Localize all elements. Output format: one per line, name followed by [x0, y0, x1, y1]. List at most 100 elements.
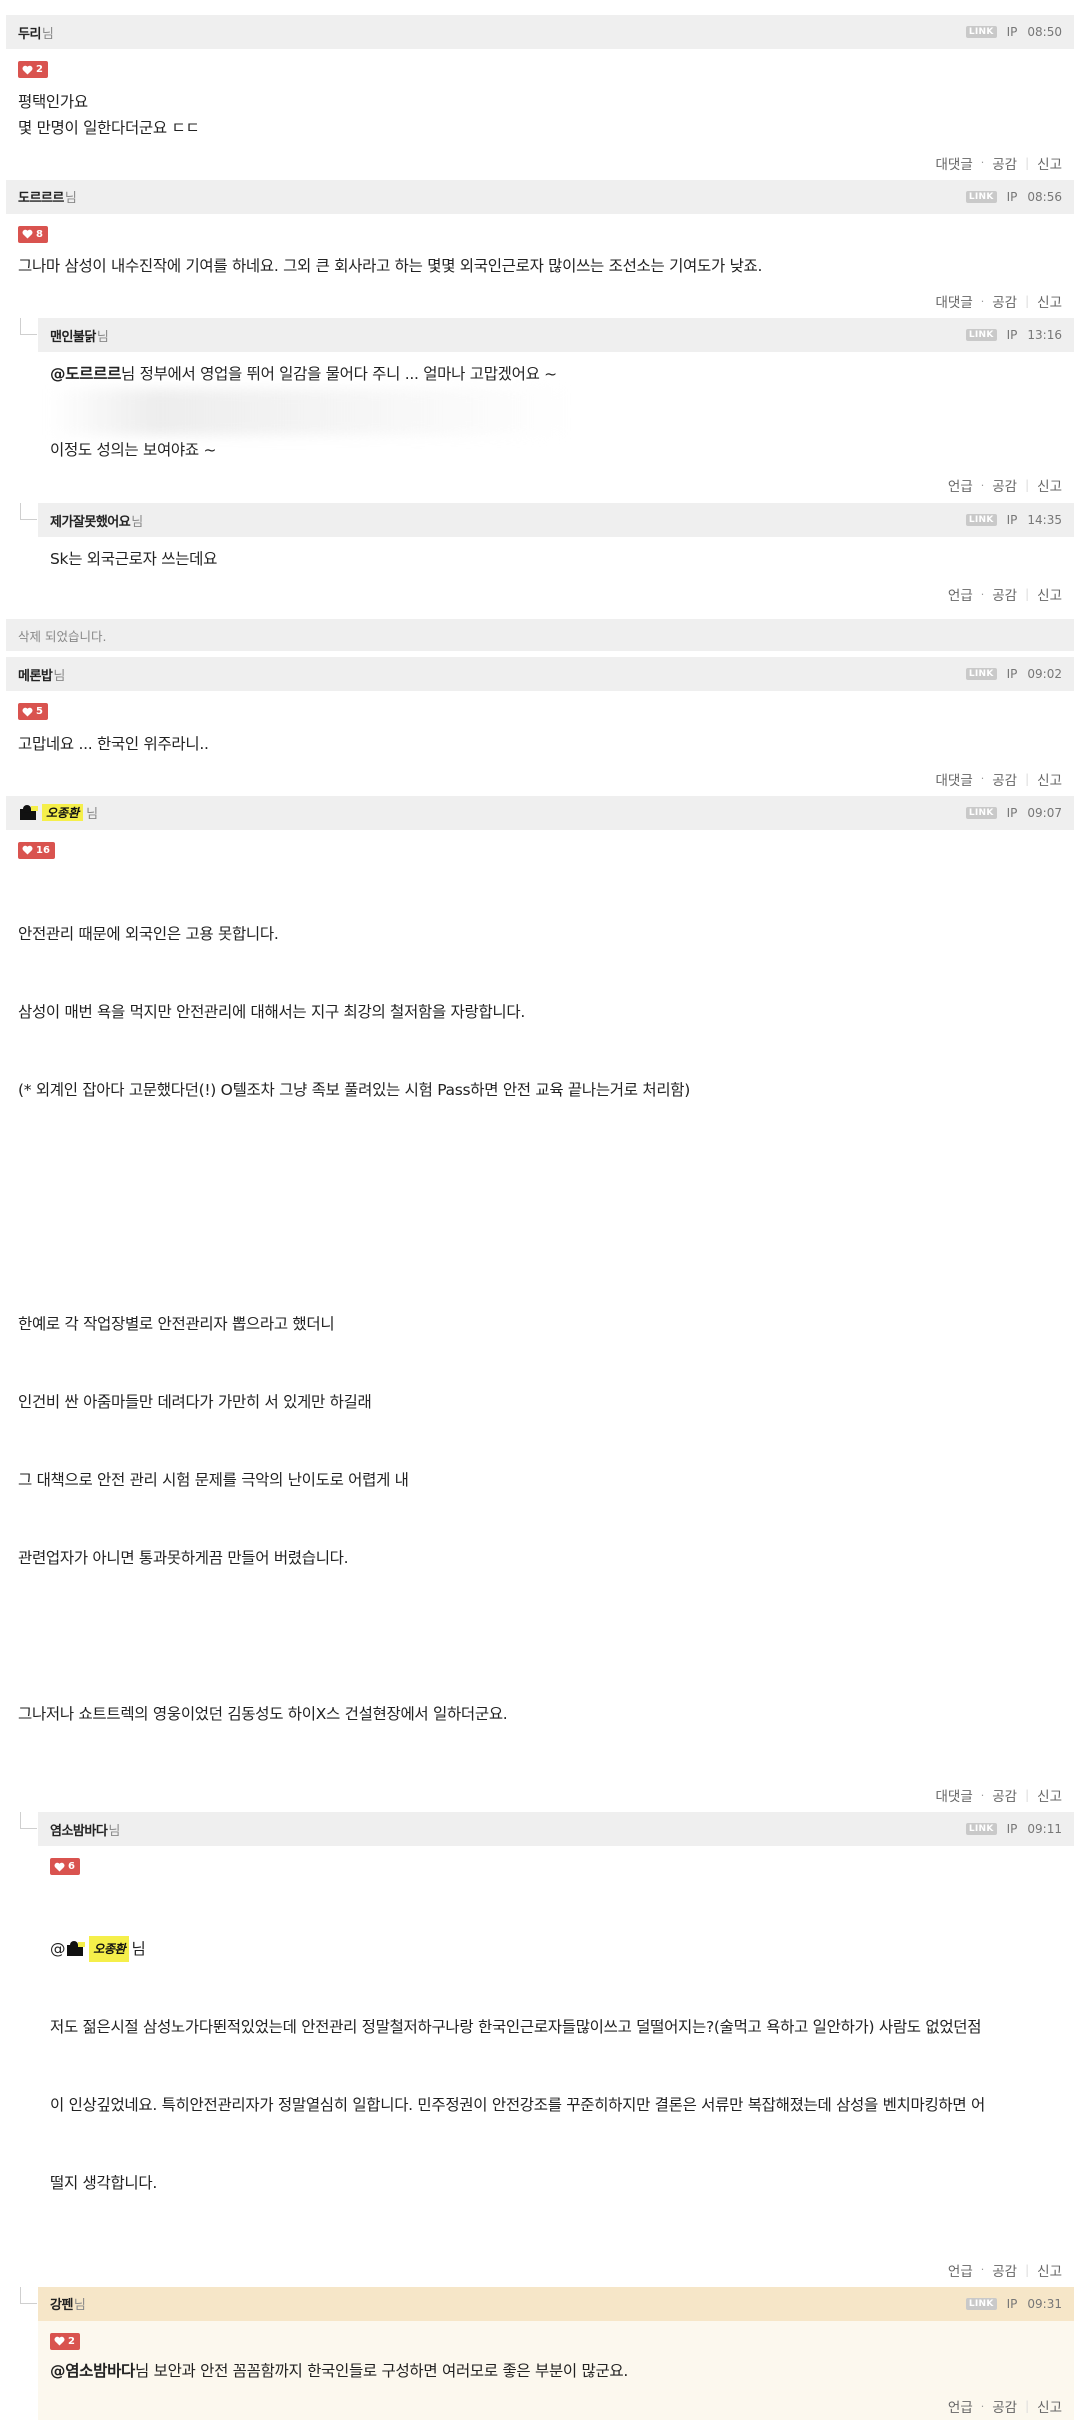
report-button[interactable]: 신고	[1037, 291, 1062, 311]
link-button[interactable]: LINK	[966, 807, 997, 819]
separator-dot: ·	[981, 295, 985, 308]
reply-comment: 염소밤바다님 LINK IP 09:11 6 @ 오종환 님 저도 젊은시절 삼…	[0, 1812, 1080, 2284]
like-button[interactable]: 공감	[992, 291, 1017, 311]
like-badge: 2	[50, 2333, 80, 2350]
separator-bar: |	[1025, 772, 1029, 786]
ip-label[interactable]: IP	[1007, 806, 1018, 820]
timestamp: 13:16	[1027, 328, 1062, 342]
report-button[interactable]: 신고	[1037, 2396, 1062, 2416]
ip-label[interactable]: IP	[1007, 2297, 1018, 2311]
comment-actions: 언급· 공감| 신고	[0, 580, 1080, 608]
link-button[interactable]: LINK	[966, 2298, 997, 2310]
timestamp: 09:31	[1027, 2297, 1062, 2311]
link-button[interactable]: LINK	[966, 514, 997, 526]
comment-meta: LINK IP 09:31	[966, 2287, 1062, 2321]
comment-text: @염소밤바다님 보안과 안전 꼼꼼함까지 한국인들로 구성하면 여러모로 좋은 …	[50, 2358, 1056, 2384]
comment-meta: LINK IP 09:11	[966, 1812, 1062, 1846]
report-button[interactable]: 신고	[1037, 2260, 1062, 2280]
author-nickname[interactable]: 메론밥	[18, 665, 52, 684]
text-fragment: 님 정부에서 영업을 뛰어 일감을 물어다 주니 ... 얼마나 고맙겠어요 ~	[121, 365, 557, 383]
separator-bar: |	[1025, 294, 1029, 308]
author-nickname[interactable]: 제가잘못했어요	[50, 511, 130, 530]
like-button[interactable]: 공감	[992, 769, 1017, 789]
blank-line	[18, 1155, 1062, 1181]
timestamp: 09:07	[1027, 806, 1062, 820]
mention-at: @	[50, 1936, 65, 1962]
mention-button[interactable]: 언급	[948, 2260, 973, 2280]
comment-text: 이정도 성의는 보여야죠 ~	[50, 437, 1062, 463]
mention-link[interactable]: @도르르르	[50, 365, 121, 383]
reply-button[interactable]: 대댓글	[936, 291, 973, 311]
mention-link[interactable]: @염소밤바다	[50, 2362, 135, 2380]
ip-label[interactable]: IP	[1007, 667, 1018, 681]
heart-icon	[54, 2336, 65, 2346]
comment-header: 염소밤바다님 LINK IP 09:11	[38, 1812, 1074, 1846]
like-button[interactable]: 공감	[992, 1785, 1017, 1805]
ip-label[interactable]: IP	[1007, 190, 1018, 204]
author-nickname[interactable]: 염소밤바다	[50, 1820, 107, 1839]
like-button[interactable]: 공감	[992, 475, 1017, 495]
reply-button[interactable]: 대댓글	[936, 153, 973, 173]
text-fragment: 님 보안과 안전 꼼꼼함까지 한국인들로 구성하면 여러모로 좋은 부분이 많군…	[135, 2362, 628, 2380]
text-line: 이 인상깊었네요. 특히안전관리자가 정말열심히 일합니다. 민주정권이 안전강…	[50, 2092, 1062, 2118]
author-nickname[interactable]: 맨인불닭	[50, 326, 96, 345]
like-badge: 5	[18, 703, 48, 720]
reply-button[interactable]: 대댓글	[936, 1785, 973, 1805]
author-nickname[interactable]: 도르르르	[18, 187, 64, 206]
author-nickname[interactable]: 강펜	[50, 2294, 73, 2313]
mention-button[interactable]: 언급	[948, 584, 973, 604]
text-line: 저도 젊은시절 삼성노가다뛴적있었는데 안전관리 정말철저하구나랑 한국인근로자…	[50, 2014, 1062, 2040]
text-line: (* 외계인 잡아다 고문했다던(!) O텔조차 그냥 족보 풀려있는 시험 P…	[18, 1077, 1062, 1103]
comment-header: 제가잘못했어요님 LINK IP 14:35	[38, 503, 1074, 537]
honorific: 님	[97, 326, 109, 345]
deleted-comment-notice: 삭제 되었습니다.	[6, 619, 1074, 651]
reply-button[interactable]: 대댓글	[936, 769, 973, 789]
link-button[interactable]: LINK	[966, 26, 997, 38]
text-line: 이정도 성의는 보여야죠 ~	[50, 437, 1062, 463]
comment: 도르르르님 LINK IP 08:56 8 그나마 삼성이 내수진작에 기여를 …	[0, 180, 1080, 316]
honorific: 님	[131, 511, 143, 530]
ip-label[interactable]: IP	[1007, 513, 1018, 527]
comment-body: 2 평택인가요몇 만명이 일한다더군요 ㄷㄷ	[0, 49, 1080, 141]
blank-line	[18, 1623, 1062, 1649]
link-button[interactable]: LINK	[966, 329, 997, 341]
text-line: 삼성이 매번 욕을 먹지만 안전관리에 대해서는 지구 최강의 철저함을 자랑합…	[18, 999, 1062, 1025]
mention-button[interactable]: 언급	[948, 475, 973, 495]
user-emblem[interactable]: 오종환	[18, 804, 83, 822]
report-button[interactable]: 신고	[1037, 1785, 1062, 1805]
like-count: 5	[36, 706, 43, 717]
report-button[interactable]: 신고	[1037, 475, 1062, 495]
ip-label[interactable]: IP	[1007, 1822, 1018, 1836]
report-button[interactable]: 신고	[1037, 153, 1062, 173]
nickname-image-text: 오종환	[42, 804, 83, 821]
report-button[interactable]: 신고	[1037, 584, 1062, 604]
like-button[interactable]: 공감	[992, 2396, 1017, 2416]
separator-bar: |	[1025, 2399, 1029, 2413]
text-line: 인건비 싼 아줌마들만 데려다가 가만히 서 있게만 하길래	[18, 1389, 1062, 1415]
link-button[interactable]: LINK	[966, 191, 997, 203]
like-button[interactable]: 공감	[992, 584, 1017, 604]
comment-list: 두리님 LINK IP 08:50 2 평택인가요몇 만명이 일한다더군요 ㄷㄷ…	[0, 15, 1080, 2420]
text-line: @도르르르님 정부에서 영업을 뛰어 일감을 물어다 주니 ... 얼마나 고맙…	[50, 361, 1062, 387]
link-button[interactable]: LINK	[966, 1823, 997, 1835]
like-button[interactable]: 공감	[992, 2260, 1017, 2280]
separator-bar: |	[1025, 1788, 1029, 1802]
comment-body: 5 고맙네요 ... 한국인 위주라니..	[0, 691, 1080, 757]
like-button[interactable]: 공감	[992, 153, 1017, 173]
mention-button[interactable]: 언급	[948, 2396, 973, 2416]
comment: 두리님 LINK IP 08:50 2 평택인가요몇 만명이 일한다더군요 ㄷㄷ…	[0, 15, 1080, 177]
comment-body: 16 안전관리 때문에 외국인은 고용 못합니다. 삼성이 매번 욕을 먹지만 …	[0, 830, 1080, 1780]
comment: 메론밥님 LINK IP 09:02 5 고맙네요 ... 한국인 위주라니..…	[0, 657, 1080, 793]
ip-label[interactable]: IP	[1007, 328, 1018, 342]
author-nickname[interactable]: 두리	[18, 23, 41, 42]
comment-text: 평택인가요몇 만명이 일한다더군요 ㄷㄷ	[18, 89, 1062, 141]
report-button[interactable]: 신고	[1037, 769, 1062, 789]
comment-actions: 언급· 공감| 신고	[38, 2392, 1074, 2420]
comment-text: 그나마 삼성이 내수진작에 기여를 하네요. 그외 큰 회사라고 하는 몇몇 외…	[18, 253, 1062, 279]
mention-emblem[interactable]: 오종환	[65, 1936, 129, 1962]
separator-dot: ·	[981, 156, 985, 169]
comment-header: 강펜님 LINK IP 09:31	[38, 2287, 1074, 2321]
heart-icon	[22, 707, 33, 717]
link-button[interactable]: LINK	[966, 668, 997, 680]
ip-label[interactable]: IP	[1007, 25, 1018, 39]
